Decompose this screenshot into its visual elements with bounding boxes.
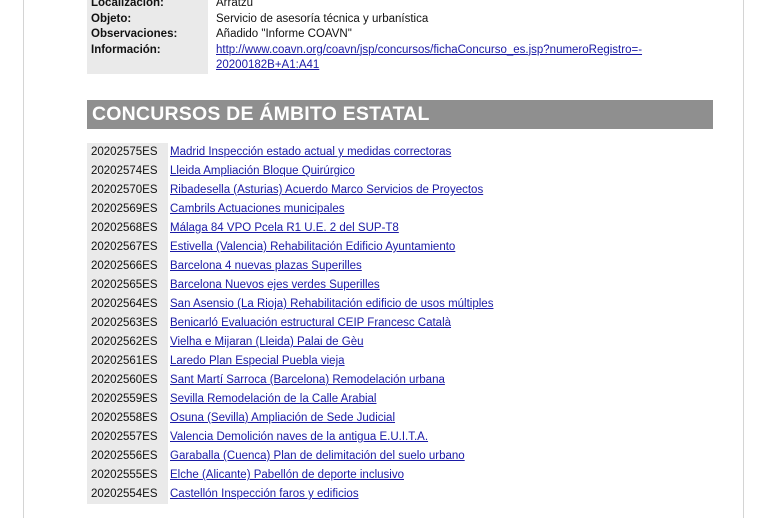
contest-id: 20202570ES (87, 181, 168, 200)
detail-label: Información: (87, 42, 208, 74)
detail-row-location: Localización: Arratzu (87, 0, 713, 12)
detail-label: Objeto: (87, 11, 208, 27)
section-heading-national: CONCURSOS DE ÁMBITO ESTATAL (87, 100, 713, 129)
contest-row: 20202558ES Osuna (Sevilla) Ampliación de … (87, 409, 713, 428)
contest-row: 20202557ES Valencia Demolición naves de l… (87, 428, 713, 447)
contest-id: 20202569ES (87, 200, 168, 219)
contest-row: 20202575ES Madrid Inspección estado actua… (87, 143, 713, 162)
contest-list-body: 20202575ES Madrid Inspección estado actua… (87, 143, 713, 504)
contest-row: 20202559ES Sevilla Remodelación de la Cal… (87, 390, 713, 409)
contest-row: 20202566ES Barcelona 4 nuevas plazas Supe… (87, 257, 713, 276)
contest-title-cell: Castellón Inspección faros y edificios (168, 485, 713, 504)
contest-title-link[interactable]: Lleida Ampliación Bloque Quirúrgico (170, 165, 355, 177)
contest-title-link[interactable]: Estivella (Valencia) Rehabilitación Edif… (170, 241, 455, 253)
contest-id: 20202561ES (87, 352, 168, 371)
contest-row: 20202569ES Cambrils Actuaciones municipal… (87, 200, 713, 219)
contest-row: 20202560ES Sant Martí Sarroca (Barcelona)… (87, 371, 713, 390)
contest-title-cell: Sevilla Remodelación de la Calle Arabial (168, 390, 713, 409)
contest-title-link[interactable]: Málaga 84 VPO Pcela R1 U.E. 2 del SUP-T8 (170, 222, 399, 234)
contest-id: 20202557ES (87, 428, 168, 447)
contest-id: 20202564ES (87, 295, 168, 314)
contest-row: 20202567ES Estivella (Valencia) Rehabilit… (87, 238, 713, 257)
detail-label: Observaciones: (87, 27, 208, 43)
contest-id: 20202575ES (87, 143, 168, 162)
contest-id: 20202565ES (87, 276, 168, 295)
contest-title-cell: Ribadesella (Asturias) Acuerdo Marco Ser… (168, 181, 713, 200)
contest-row: 20202568ES Málaga 84 VPO Pcela R1 U.E. 2 … (87, 219, 713, 238)
detail-value: Añadido "Informe COAVN" (216, 28, 352, 40)
contest-id: 20202568ES (87, 219, 168, 238)
contest-id: 20202559ES (87, 390, 168, 409)
contest-title-cell: Madrid Inspección estado actual y medida… (168, 143, 713, 162)
contest-title-cell: Cambrils Actuaciones municipales (168, 200, 713, 219)
contest-row: 20202561ES Laredo Plan Especial Puebla vi… (87, 352, 713, 371)
contest-title-link[interactable]: Castellón Inspección faros y edificios (170, 488, 359, 500)
contest-id: 20202563ES (87, 314, 168, 333)
contest-row: 20202556ES Garaballa (Cuenca) Plan de del… (87, 447, 713, 466)
contest-id: 20202560ES (87, 371, 168, 390)
contest-title-cell: Benicarló Evaluación estructural CEIP Fr… (168, 314, 713, 333)
contest-title-link[interactable]: Sant Martí Sarroca (Barcelona) Remodelac… (170, 374, 445, 386)
contest-id: 20202566ES (87, 257, 168, 276)
detail-value: http://www.coavn.org/coavn/jsp/concursos… (208, 43, 713, 74)
contest-title-cell: Lleida Ampliación Bloque Quirúrgico (168, 162, 713, 181)
info-link-line2: 20200182B+A1:A41 (216, 59, 320, 71)
detail-value: Servicio de asesoría técnica y urbanísti… (216, 12, 429, 25)
contest-title-cell: Sant Martí Sarroca (Barcelona) Remodelac… (168, 371, 713, 390)
contest-title-link[interactable]: Vielha e Mijaran (Lleida) Palai de Gèu (170, 336, 363, 348)
detail-label: Localización: (87, 0, 208, 12)
contest-title-link[interactable]: Valencia Demolición naves de la antigua … (170, 431, 428, 443)
contest-row: 20202562ES Vielha e Mijaran (Lleida) Pala… (87, 333, 713, 352)
contest-list: 20202575ES Madrid Inspección estado actua… (87, 143, 713, 504)
contest-row: 20202563ES Benicarló Evaluación estructur… (87, 314, 713, 333)
info-link-line1: http://www.coavn.org/coavn/jsp/concursos… (216, 43, 643, 56)
contest-id: 20202567ES (87, 238, 168, 257)
contest-id: 20202555ES (87, 466, 168, 485)
contest-title-link[interactable]: Laredo Plan Especial Puebla vieja (170, 355, 345, 367)
contest-title-link[interactable]: Madrid Inspección estado actual y medida… (170, 146, 451, 158)
contest-row: 20202574ES Lleida Ampliación Bloque Quirú… (87, 162, 713, 181)
contest-title-link[interactable]: Elche (Alicante) Pabellón de deporte inc… (170, 469, 404, 481)
detail-row-observations: Observaciones: Añadido "Informe COAVN" (87, 27, 713, 43)
contest-title-link[interactable]: Cambrils Actuaciones municipales (170, 203, 345, 215)
contest-title-cell: Laredo Plan Especial Puebla vieja (168, 352, 713, 371)
contest-title-cell: Barcelona 4 nuevas plazas Superilles (168, 257, 713, 276)
contest-title-link[interactable]: Osuna (Sevilla) Ampliación de Sede Judic… (170, 412, 395, 424)
contest-title-cell: Vielha e Mijaran (Lleida) Palai de Gèu (168, 333, 713, 352)
contest-id: 20202562ES (87, 333, 168, 352)
contest-title-cell: Valencia Demolición naves de la antigua … (168, 428, 713, 447)
contest-title-cell: San Asensio (La Rioja) Rehabilitación ed… (168, 295, 713, 314)
contest-title-link[interactable]: Sevilla Remodelación de la Calle Arabial (170, 393, 376, 405)
contest-id: 20202556ES (87, 447, 168, 466)
detail-row-object: Objeto: Servicio de asesoría técnica y u… (87, 11, 713, 27)
contest-title-cell: Elche (Alicante) Pabellón de deporte inc… (168, 466, 713, 485)
contest-details-table: Localización: Arratzu Objeto: Servicio d… (87, 0, 713, 74)
contest-title-link[interactable]: Ribadesella (Asturias) Acuerdo Marco Ser… (170, 184, 483, 196)
contest-row: 20202554ES Castellón Inspección faros y e… (87, 485, 713, 504)
contest-row: 20202555ES Elche (Alicante) Pabellón de d… (87, 466, 713, 485)
contest-id: 20202574ES (87, 162, 168, 181)
contest-title-cell: Garaballa (Cuenca) Plan de delimitación … (168, 447, 713, 466)
info-link[interactable]: http://www.coavn.org/coavn/jsp/concursos… (216, 44, 642, 72)
contest-title-link[interactable]: Benicarló Evaluación estructural CEIP Fr… (170, 317, 451, 329)
detail-row-information: Información: http://www.coavn.org/coavn/… (87, 42, 713, 74)
contest-id: 20202554ES (87, 485, 168, 504)
contest-title-cell: Osuna (Sevilla) Ampliación de Sede Judic… (168, 409, 713, 428)
contest-row: 20202564ES San Asensio (La Rioja) Rehabil… (87, 295, 713, 314)
contest-row: 20202565ES Barcelona Nuevos ejes verdes S… (87, 276, 713, 295)
contest-title-cell: Barcelona Nuevos ejes verdes Superilles (168, 276, 713, 295)
contest-title-link[interactable]: San Asensio (La Rioja) Rehabilitación ed… (170, 298, 493, 310)
contest-title-link[interactable]: Barcelona 4 nuevas plazas Superilles (170, 260, 362, 272)
contest-title-link[interactable]: Barcelona Nuevos ejes verdes Superilles (170, 279, 380, 291)
contest-id: 20202558ES (87, 409, 168, 428)
contest-title-cell: Estivella (Valencia) Rehabilitación Edif… (168, 238, 713, 257)
contest-title-cell: Málaga 84 VPO Pcela R1 U.E. 2 del SUP-T8 (168, 219, 713, 238)
contest-title-link[interactable]: Garaballa (Cuenca) Plan de delimitación … (170, 450, 465, 462)
detail-value: Arratzu (216, 0, 254, 9)
contest-row: 20202570ES Ribadesella (Asturias) Acuerdo… (87, 181, 713, 200)
